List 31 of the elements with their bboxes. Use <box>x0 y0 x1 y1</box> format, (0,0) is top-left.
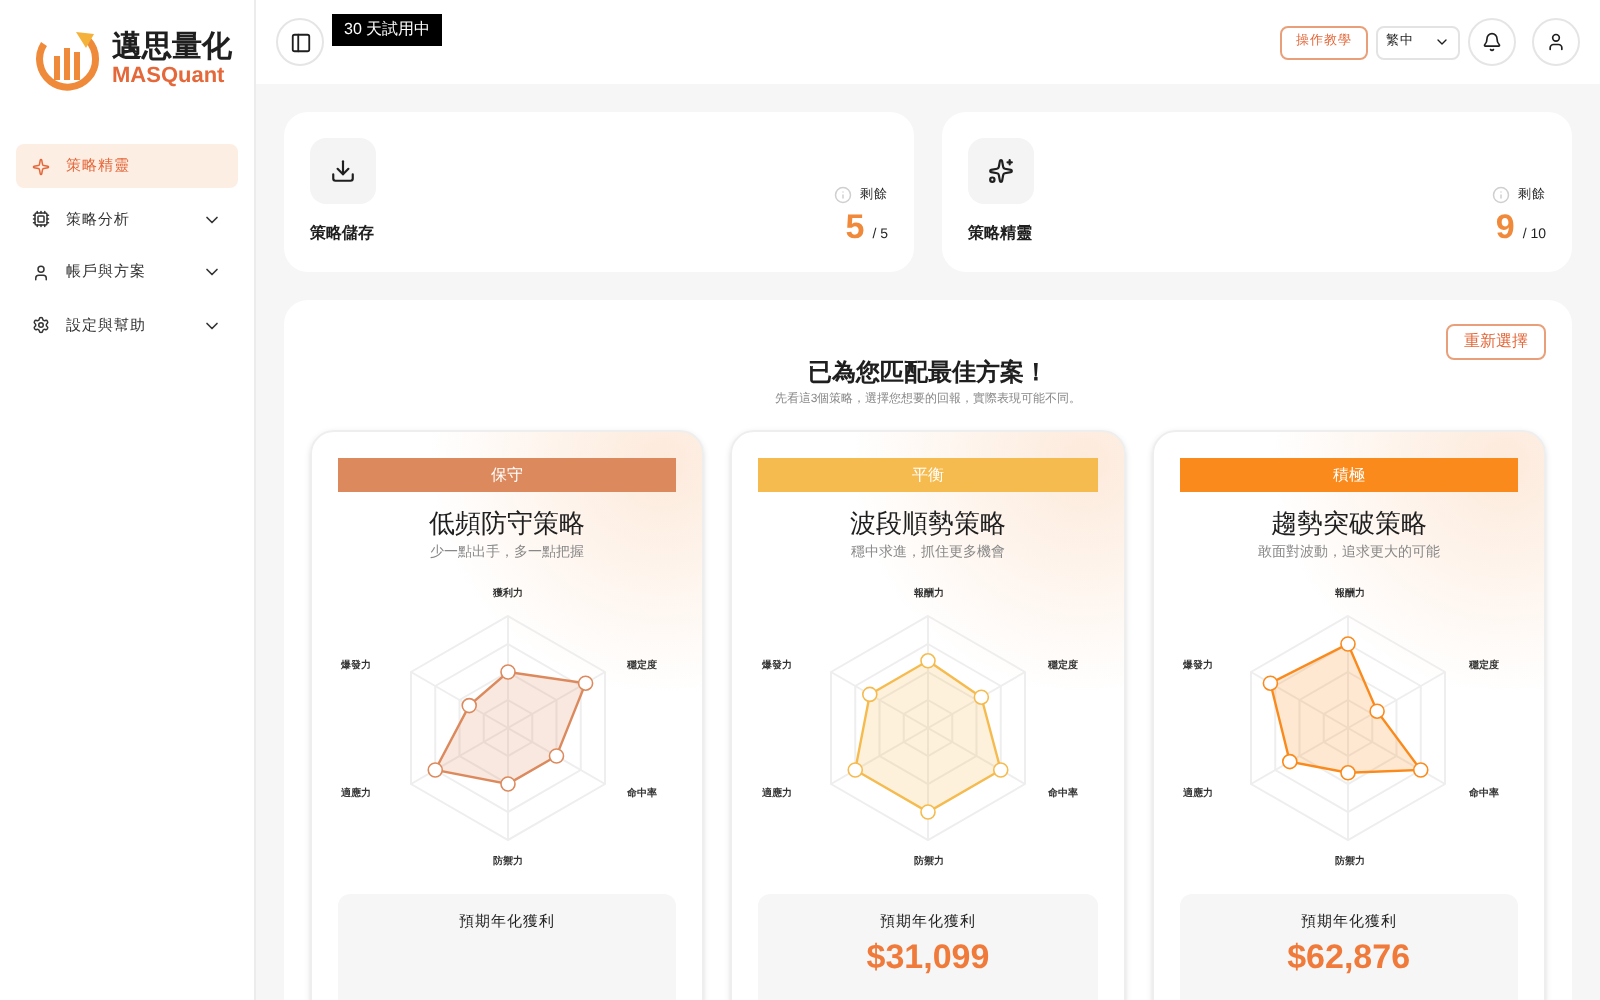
strategy-name: 趨勢突破策略 <box>1270 510 1427 536</box>
nav-icon <box>32 316 50 334</box>
nav-icon <box>32 263 50 281</box>
brand-name: 邁思量化 <box>112 32 232 62</box>
strategy-name: 低頻防守策略 <box>429 510 586 536</box>
profit-value: $62,876 <box>1287 939 1411 974</box>
sidebar-icon <box>289 31 311 53</box>
profile-button[interactable] <box>1532 18 1580 66</box>
strategy-tag: 平衡 <box>758 458 1098 492</box>
nav-icon <box>32 157 50 175</box>
remaining-value: 5 <box>845 209 865 243</box>
info-icon <box>834 186 852 205</box>
nav-icon <box>32 210 50 228</box>
notification-button[interactable] <box>1468 18 1516 66</box>
match-title: 已為您匹配最佳方案！ <box>806 360 1050 384</box>
chevron-icon <box>1434 34 1450 50</box>
stat-title: 策略儲存 <box>310 222 376 246</box>
user-icon <box>1546 32 1566 52</box>
strategy-tag: 積極 <box>1179 458 1518 492</box>
strategy-name: 波段順勢策略 <box>849 510 1006 536</box>
stat-title: 策略精靈 <box>968 222 1034 246</box>
trial-badge: 30 天試用中 <box>332 14 443 46</box>
download-icon <box>330 158 356 184</box>
info-icon <box>1492 186 1510 205</box>
remaining-value: 9 <box>1495 209 1515 243</box>
strategy-tag: 保守 <box>338 458 677 492</box>
brand-subtitle: MASQuant <box>112 66 227 88</box>
profit-value: $31,099 <box>866 939 990 974</box>
bell-icon <box>1482 32 1502 52</box>
sparkle-icon <box>988 158 1014 184</box>
sidebar-toggle-button[interactable] <box>276 18 324 66</box>
